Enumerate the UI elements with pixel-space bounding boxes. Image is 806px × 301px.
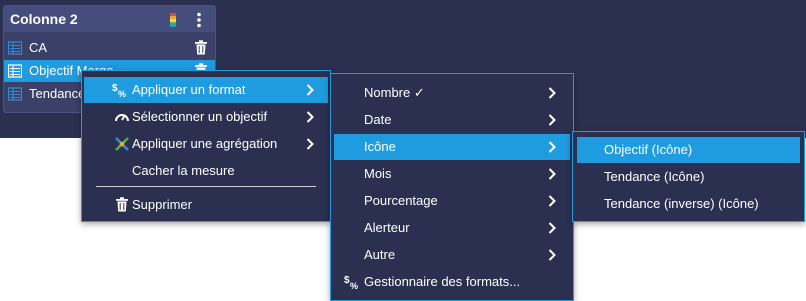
- kebab-menu-icon[interactable]: [196, 12, 202, 28]
- menu-item-label: Tendance (Icône): [604, 169, 705, 184]
- color-palette-icon[interactable]: [170, 13, 176, 27]
- format-item-nombre[interactable]: Nombre ✓: [334, 80, 570, 106]
- menu-item-label: Icône: [364, 139, 396, 154]
- icon-format-item-tendance[interactable]: Tendance (Icône): [577, 164, 800, 190]
- menu-item-label: Sélectionner un objectif: [132, 109, 268, 124]
- chevron-right-icon: [306, 138, 314, 150]
- menu-item-label: Autre: [364, 247, 396, 262]
- chevron-right-icon: [306, 84, 314, 96]
- menu-item-label: Nombre ✓: [364, 85, 425, 100]
- measure-label: Tendance: [29, 86, 86, 101]
- format-item-mois[interactable]: Mois: [334, 161, 570, 187]
- format-manager-item[interactable]: $ % Gestionnaire des formats...: [334, 269, 570, 295]
- chevron-right-icon: [306, 111, 314, 123]
- menu-item-label: Alerteur: [364, 220, 410, 235]
- measure-label: CA: [29, 40, 48, 55]
- format-icon: $ %: [344, 275, 358, 290]
- menu-item-label: Objectif (Icône): [604, 142, 693, 157]
- menu-item-label: Pourcentage: [364, 193, 438, 208]
- chevron-right-icon: [548, 249, 556, 261]
- chevron-right-icon: [548, 222, 556, 234]
- measure-icon: [8, 87, 22, 101]
- svg-text:%: %: [118, 89, 126, 98]
- menu-separator: [96, 186, 316, 187]
- menu-item-label: Tendance (inverse) (Icône): [604, 196, 759, 211]
- menu-item-delete[interactable]: Supprimer: [84, 192, 328, 218]
- column-title: Colonne 2: [10, 11, 78, 27]
- menu-item-apply-aggregation[interactable]: Appliquer une agrégation: [84, 131, 328, 157]
- icon-format-submenu: Objectif (Icône) Tendance (Icône) Tendan…: [572, 131, 805, 222]
- menu-item-apply-format[interactable]: $ % Appliquer un format: [84, 77, 328, 103]
- trash-icon: [116, 197, 128, 212]
- format-icon: $ %: [112, 83, 126, 98]
- format-item-date[interactable]: Date: [334, 107, 570, 133]
- chevron-right-icon: [548, 87, 556, 99]
- menu-item-label: Mois: [364, 166, 392, 181]
- icon-format-item-objectif[interactable]: Objectif (Icône): [577, 137, 800, 163]
- context-menu: $ % Appliquer un format Sélectionner un …: [81, 70, 331, 222]
- gauge-icon: [115, 114, 129, 122]
- chevron-right-icon: [548, 141, 556, 153]
- menu-item-label: Cacher la mesure: [132, 163, 235, 178]
- measure-icon: [8, 41, 22, 55]
- format-item-alerteur[interactable]: Alerteur: [334, 215, 570, 241]
- menu-item-label: Appliquer un format: [132, 82, 246, 97]
- menu-item-label: Supprimer: [132, 197, 192, 212]
- menu-item-label: Appliquer une agrégation: [132, 136, 278, 151]
- menu-item-select-objective[interactable]: Sélectionner un objectif: [84, 104, 328, 130]
- measure-icon: [8, 64, 22, 78]
- column-header: Colonne 2: [4, 6, 215, 32]
- aggregation-icon: [115, 137, 129, 151]
- format-item-autre[interactable]: Autre: [334, 242, 570, 268]
- chevron-right-icon: [548, 114, 556, 126]
- icon-format-item-tendance-inverse[interactable]: Tendance (inverse) (Icône): [577, 191, 800, 217]
- menu-item-hide-measure[interactable]: Cacher la mesure: [84, 158, 328, 184]
- format-item-pourcentage[interactable]: Pourcentage: [334, 188, 570, 214]
- measure-item-ca[interactable]: CA: [4, 37, 215, 59]
- format-submenu: Nombre ✓ Date Icône Mois Pourcentage Ale…: [330, 73, 574, 301]
- menu-item-label: Gestionnaire des formats...: [364, 274, 521, 289]
- menu-item-label: Date: [364, 112, 392, 127]
- chevron-right-icon: [548, 168, 556, 180]
- format-item-icone[interactable]: Icône: [334, 134, 570, 160]
- svg-text:%: %: [350, 281, 358, 290]
- chevron-right-icon: [548, 195, 556, 207]
- trash-icon[interactable]: [194, 40, 208, 55]
